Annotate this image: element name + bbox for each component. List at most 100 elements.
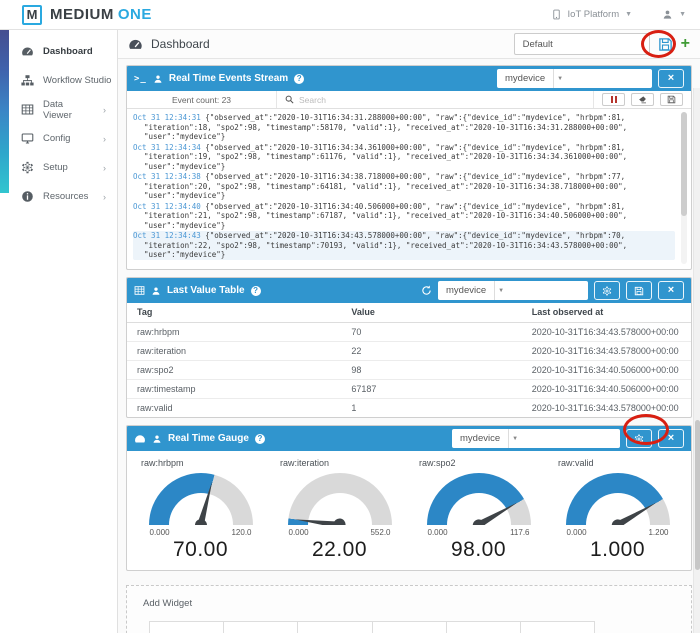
sidebar-item-data-viewer[interactable]: Data Viewer › [0, 95, 117, 124]
gauge-widget: raw:iteration 0.000552.0 22.00 [270, 458, 409, 562]
sitemap-icon [21, 74, 34, 87]
medium-one-logo: M [22, 5, 42, 25]
chevron-down-icon[interactable]: ▼ [679, 11, 686, 18]
column-header: Value [341, 303, 521, 322]
save-icon [634, 286, 644, 296]
log-entry: Oct 31 12:34:34 {"observed_at":"2020-10-… [133, 143, 675, 172]
close-panel-button[interactable]: × [658, 429, 684, 448]
gauge-dial [149, 473, 253, 525]
save-icon [667, 95, 676, 104]
gauge-dial [288, 473, 392, 525]
add-pie-chart-widget-button[interactable] [223, 621, 298, 633]
chevron-right-icon: › [103, 192, 117, 202]
info-icon [21, 190, 34, 203]
platform-menu[interactable]: IoT Platform [568, 9, 620, 20]
gauge-value: 98.00 [427, 538, 531, 562]
tachometer-icon [21, 45, 34, 58]
gauge-value: 22.00 [288, 538, 392, 562]
gauge-widget: raw:valid 0.0001.200 1.000 [548, 458, 687, 562]
page-scrollbar[interactable] [693, 88, 700, 633]
help-icon[interactable]: ? [251, 286, 261, 296]
panel-title: Last Value Table [167, 285, 245, 296]
gauge-panel: Real Time Gauge ? mydevice ▼ × raw:hrbpm [126, 425, 692, 571]
log-entry-highlighted: Oct 31 12:34:43 {"observed_at":"2020-10-… [133, 231, 675, 260]
tachometer-icon [128, 37, 143, 52]
gear-icon [602, 286, 612, 296]
log-scrollbar[interactable] [681, 112, 687, 264]
settings-button[interactable] [626, 429, 652, 448]
chevron-right-icon: › [103, 105, 117, 115]
chevron-down-icon: ▼ [508, 429, 521, 448]
user-icon[interactable] [662, 9, 673, 20]
sidebar: Dashboard Workflow Studio Data Viewer › … [0, 30, 118, 633]
add-widget-area: Add Widget [126, 585, 692, 633]
add-line-chart-widget-button[interactable] [149, 621, 224, 633]
sidebar-item-config[interactable]: Config › [0, 124, 117, 153]
chevron-down-icon[interactable]: ▼ [625, 11, 632, 18]
refresh-icon[interactable] [421, 285, 432, 296]
pause-icon [611, 96, 617, 103]
gauge-dial [427, 473, 531, 525]
device-select[interactable]: mydevice ▼ [438, 281, 588, 300]
help-icon[interactable]: ? [294, 74, 304, 84]
chevron-right-icon: › [103, 134, 117, 144]
search-input[interactable]: Search [277, 91, 594, 108]
tablet-icon [551, 9, 562, 20]
add-map-widget-button[interactable] [372, 621, 447, 633]
table-icon [134, 285, 145, 296]
last-value-table: Tag Value Last observed at raw:hrbpm7020… [127, 303, 691, 417]
main-area: Dashboard Default + >_ Real Time Events … [118, 30, 700, 633]
gauge-needle [476, 499, 519, 525]
sidebar-item-workflow-studio[interactable]: Workflow Studio [0, 66, 117, 95]
sidebar-item-dashboard[interactable]: Dashboard [0, 37, 117, 66]
gears-icon [21, 161, 34, 174]
panel-title: Real Time Gauge [168, 433, 249, 444]
add-bar-chart-widget-button[interactable] [297, 621, 372, 633]
save-stream-button[interactable] [660, 93, 683, 106]
sidebar-item-resources[interactable]: Resources › [0, 182, 117, 211]
brand-name: MEDIUMONE [50, 6, 152, 23]
close-panel-button[interactable]: × [658, 69, 684, 88]
save-dashboard-icon[interactable] [658, 37, 673, 52]
log-entry: Oct 31 12:34:40 {"observed_at":"2020-10-… [133, 202, 675, 231]
search-icon [285, 95, 294, 104]
event-count: Event count: 23 [127, 91, 277, 108]
gauge-needle [196, 480, 216, 525]
event-log[interactable]: Oct 31 12:34:31 {"observed_at":"2020-10-… [127, 109, 691, 269]
device-select[interactable]: mydevice ▼ [497, 69, 652, 88]
table-row: raw:timestamp671872020-10-31T16:34:40.50… [127, 379, 691, 398]
help-icon[interactable]: ? [255, 434, 265, 444]
add-trend-widget-button[interactable] [446, 621, 521, 633]
table-row: raw:hrbpm702020-10-31T16:34:43.578000+00… [127, 322, 691, 341]
monitor-icon [21, 132, 34, 145]
save-button[interactable] [626, 281, 652, 300]
add-table-widget-button[interactable] [520, 621, 595, 633]
close-panel-button[interactable]: × [658, 281, 684, 300]
eraser-icon [638, 95, 647, 104]
gauge-value: 70.00 [149, 538, 253, 562]
chevron-down-icon: ▼ [553, 69, 566, 88]
panel-title: Real Time Events Stream [169, 73, 288, 84]
last-value-panel: Last Value Table ? mydevice ▼ × [126, 277, 692, 418]
table-row: raw:spo2982020-10-31T16:34:40.506000+00:… [127, 360, 691, 379]
gauge-needle [294, 515, 340, 525]
gauge-dial [566, 473, 670, 525]
dashboard-name-input[interactable]: Default [514, 33, 650, 55]
gauge-widget: raw:spo2 0.000117.6 98.00 [409, 458, 548, 562]
page-title: Dashboard [151, 37, 210, 51]
pause-stream-button[interactable] [602, 93, 625, 106]
settings-button[interactable] [594, 281, 620, 300]
log-entry: Oct 31 12:34:38 {"observed_at":"2020-10-… [133, 172, 675, 201]
device-input[interactable]: mydevice ▼ [452, 429, 620, 448]
chevron-down-icon: ▼ [494, 281, 507, 300]
table-row: raw:iteration222020-10-31T16:34:43.57800… [127, 341, 691, 360]
top-bar: M MEDIUMONE IoT Platform ▼ ▼ [0, 0, 700, 30]
add-dashboard-icon[interactable]: + [681, 36, 690, 52]
user-icon [151, 286, 161, 296]
terminal-icon: >_ [134, 74, 147, 84]
clear-stream-button[interactable] [631, 93, 654, 106]
events-stream-panel: >_ Real Time Events Stream ? mydevice ▼ … [126, 65, 692, 270]
sidebar-item-setup[interactable]: Setup › [0, 153, 117, 182]
column-header: Last observed at [522, 303, 691, 322]
user-icon [152, 434, 162, 444]
